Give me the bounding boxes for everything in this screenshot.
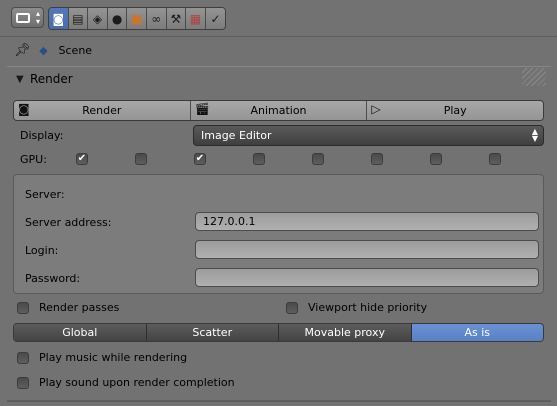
login-field[interactable] <box>195 240 539 259</box>
collapse-triangle-icon[interactable]: ▼ <box>16 74 24 85</box>
tab-global[interactable]: Global <box>14 324 147 341</box>
play-button[interactable]: ▷ Play <box>367 101 543 120</box>
breadcrumb: 📌︎ ◆ Scene <box>14 41 92 59</box>
gpu-checkbox-3[interactable]: ✔ <box>194 153 206 165</box>
modifiers-wrench-icon[interactable]: ⚒ <box>166 8 187 29</box>
server-address-value: 127.0.0.1 <box>203 215 256 228</box>
gpu-checkbox-8[interactable] <box>489 153 501 165</box>
display-dropdown[interactable]: Image Editor ▲ ▼ <box>193 125 544 146</box>
play-music-label: Play music while rendering <box>39 351 188 364</box>
panel-divider <box>7 400 551 402</box>
properties-editor-icon <box>16 13 30 23</box>
gpu-checkbox-7[interactable] <box>430 153 442 165</box>
render-panel-header[interactable] <box>7 66 551 92</box>
play-button-label: Play <box>443 104 467 117</box>
render-buttons-row: ◙ Render 🎬︎ Animation ▷ Play <box>13 100 544 121</box>
render-layers-icon[interactable]: ▤ <box>68 8 89 29</box>
object-cube-icon[interactable]: ■ <box>127 8 147 29</box>
render-button-label: Render <box>82 104 122 117</box>
render-passes-option[interactable]: Render passes <box>17 301 119 314</box>
play-sound-checkbox[interactable] <box>17 376 29 389</box>
context-tabs: ◙ ▤ ◈ ● ■ ∞ ⚒ ▦ ✓ <box>48 7 227 30</box>
play-music-option[interactable]: Play music while rendering <box>17 351 187 364</box>
up-down-arrows-icon: ▴ ▾ <box>35 9 40 26</box>
play-sound-option[interactable]: Play sound upon render completion <box>17 376 235 389</box>
render-camera-icon[interactable]: ◙ <box>49 8 69 29</box>
gpu-checkbox-2[interactable] <box>135 153 147 165</box>
gpu-checkbox-6[interactable] <box>371 153 383 165</box>
play-music-checkbox[interactable] <box>17 351 29 364</box>
render-still-icon: ◙ <box>18 102 30 116</box>
viewport-hide-priority-label: Viewport hide priority <box>308 301 428 314</box>
render-passes-checkbox[interactable] <box>17 301 29 314</box>
viewport-hide-priority-option[interactable]: Viewport hide priority <box>286 301 427 314</box>
viewport-hide-priority-checkbox[interactable] <box>286 301 298 314</box>
pin-icon[interactable]: 📌︎ <box>14 43 31 58</box>
login-label: Login: <box>25 244 59 257</box>
password-label: Password: <box>25 272 81 285</box>
drag-handle-icon[interactable] <box>522 68 546 86</box>
gpu-checkbox-5[interactable] <box>312 153 324 165</box>
panel-title: Render <box>30 72 73 86</box>
server-address-label: Server address: <box>25 216 112 229</box>
server-address-field[interactable]: 127.0.0.1 <box>195 212 539 231</box>
texture-checker-icon[interactable]: ▦ <box>186 8 206 29</box>
editor-type-dropdown[interactable]: ▴ ▾ <box>11 7 44 28</box>
tab-movable-proxy[interactable]: Movable proxy <box>279 324 412 341</box>
physics-icon[interactable]: ✓ <box>205 8 226 29</box>
scene-icon: ◆ <box>39 43 48 57</box>
animation-button[interactable]: 🎬︎ Animation <box>190 101 368 120</box>
scene-icon[interactable]: ◈ <box>88 8 108 29</box>
server-heading: Server: <box>25 188 65 201</box>
animation-button-label: Animation <box>250 104 307 117</box>
up-down-arrows-icon: ▲ ▼ <box>531 127 538 143</box>
mode-segmented-control: Global Scatter Movable proxy As is <box>13 323 544 342</box>
gpu-checkbox-4[interactable] <box>253 153 265 165</box>
render-button[interactable]: ◙ Render <box>14 101 191 120</box>
render-passes-label: Render passes <box>39 301 120 314</box>
password-field[interactable] <box>195 268 539 287</box>
gpu-checkbox-1[interactable]: ✔ <box>76 153 88 165</box>
display-dropdown-value: Image Editor <box>201 129 272 142</box>
display-label: Display: <box>20 129 64 142</box>
tab-scatter[interactable]: Scatter <box>146 324 279 341</box>
play-sound-label: Play sound upon render completion <box>39 376 235 389</box>
world-icon[interactable]: ● <box>107 8 128 29</box>
play-icon: ▷ <box>371 102 381 116</box>
constraints-link-icon[interactable]: ∞ <box>146 8 167 29</box>
breadcrumb-scene-label: Scene <box>58 43 93 57</box>
gpu-label: GPU: <box>20 153 47 166</box>
tab-as-is[interactable]: As is <box>411 324 543 341</box>
clapperboard-icon: 🎬︎ <box>194 102 210 116</box>
